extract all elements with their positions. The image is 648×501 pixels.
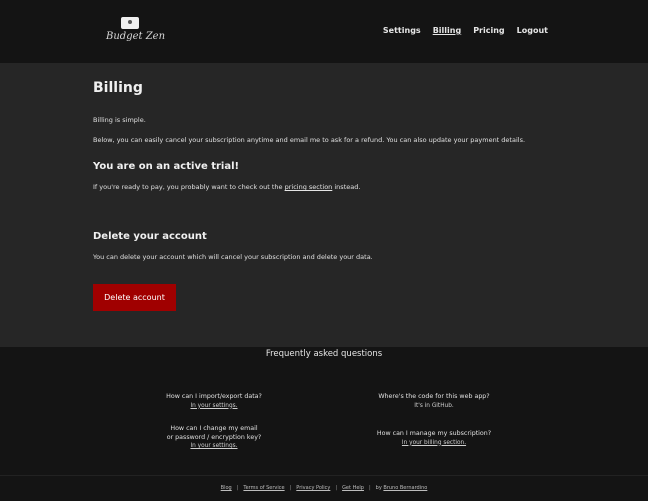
pricing-section-link[interactable]: pricing section — [285, 183, 333, 191]
footer-link-terms[interactable]: Terms of Service — [243, 485, 284, 491]
trial-heading: You are on an active trial! — [93, 161, 240, 172]
trial-text-before: If you're ready to pay, you probably wan… — [93, 183, 285, 191]
trial-text-after: instead. — [332, 183, 361, 191]
delete-text: You can delete your account which will c… — [93, 253, 373, 261]
footer-link-help[interactable]: Get Help — [342, 485, 364, 491]
nav-pricing[interactable]: Pricing — [473, 26, 504, 35]
nav-settings[interactable]: Settings — [383, 26, 421, 35]
faq-question: How can I import/export data? — [166, 393, 262, 400]
footer-separator: | — [236, 485, 239, 491]
footer-separator: | — [289, 485, 292, 491]
app-header: Budget Zen Settings Billing Pricing Logo… — [0, 0, 648, 63]
delete-heading: Delete your account — [93, 231, 207, 242]
footer-by-text: by — [375, 485, 382, 491]
billing-description: Below, you can easily cancel your subscr… — [93, 136, 526, 144]
faq-question: or password / encryption key? — [166, 433, 262, 441]
footer-link-blog[interactable]: Blog — [221, 485, 232, 491]
faq-answer: It's in GitHub. — [414, 402, 454, 409]
brand-name: Budget Zen — [106, 31, 166, 42]
app-footer: Blog | Terms of Service | Privacy Policy… — [0, 475, 648, 501]
faq-item: How can I import/export data? In your se… — [134, 393, 294, 410]
main-nav: Settings Billing Pricing Logout — [383, 26, 548, 35]
faq-item: How can I manage my subscription? In you… — [354, 430, 514, 447]
faq-item: How can I change my email or password / … — [134, 425, 294, 451]
footer-author-link[interactable]: Bruno Bernardino — [383, 485, 427, 491]
billing-intro: Billing is simple. — [93, 116, 146, 124]
faq-item: Where's the code for this web app? It's … — [354, 393, 514, 410]
faq-title: Frequently asked questions — [265, 349, 383, 359]
footer-links: Blog | Terms of Service | Privacy Policy… — [0, 485, 648, 491]
wallet-icon — [121, 17, 139, 29]
faq-question: Where's the code for this web app? — [378, 393, 490, 400]
footer-separator: | — [335, 485, 338, 491]
faq-question: How can I manage my subscription? — [376, 430, 492, 437]
nav-logout[interactable]: Logout — [517, 26, 548, 35]
faq-answer-link[interactable]: In your settings. — [134, 442, 294, 451]
trial-text: If you're ready to pay, you probably wan… — [93, 183, 360, 191]
faq-answer-link[interactable]: In your settings. — [134, 402, 294, 411]
brand-logo[interactable]: Budget Zen — [106, 14, 166, 50]
faq-answer-link[interactable]: In your billing section. — [354, 439, 514, 448]
footer-separator: | — [368, 485, 371, 491]
faq-section: Frequently asked questions How can I imp… — [0, 347, 648, 475]
nav-billing[interactable]: Billing — [433, 26, 462, 35]
delete-account-button[interactable]: Delete account — [93, 284, 176, 311]
faq-question: How can I change my email — [170, 425, 258, 432]
footer-by: by Bruno Bernardino — [376, 485, 428, 491]
footer-link-privacy[interactable]: Privacy Policy — [296, 485, 330, 491]
page-title: Billing — [93, 80, 143, 96]
